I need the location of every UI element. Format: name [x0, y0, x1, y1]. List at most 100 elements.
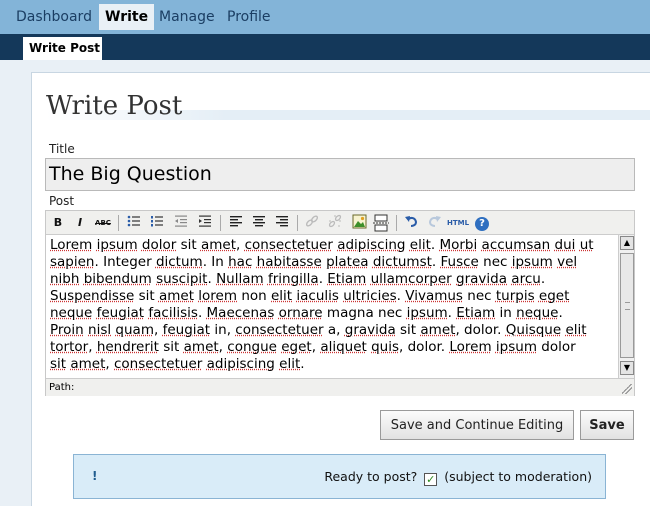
tab-write-post[interactable]: Write Post: [23, 37, 102, 60]
spell-word: Proin: [50, 322, 84, 338]
spell-word: ultricies: [343, 288, 397, 304]
sub-navigation: Write Post: [0, 34, 650, 60]
ready-label: Ready to post?: [324, 469, 418, 484]
link-icon[interactable]: [303, 214, 321, 232]
align-left-icon[interactable]: [227, 214, 245, 232]
spell-word: dolor: [141, 237, 177, 253]
toolbar-divider: [220, 215, 221, 231]
undo-icon[interactable]: [402, 214, 420, 232]
scroll-thumb[interactable]: [620, 253, 634, 358]
help-glyph: ?: [475, 217, 489, 231]
spell-word: quis: [371, 339, 400, 355]
spell-word: ullamcorper: [370, 271, 452, 287]
toolbar-divider: [396, 215, 397, 231]
path-label: Path:: [49, 382, 75, 393]
editor-scrollbar[interactable]: ▲ ▼: [618, 235, 634, 378]
spell-word: Nullam: [216, 271, 264, 287]
nav-manage[interactable]: Manage: [153, 4, 221, 30]
spell-word: Morbi: [439, 237, 478, 253]
spell-word: adipiscing: [206, 356, 275, 372]
outdent-icon[interactable]: [172, 214, 190, 232]
spell-word: accumsan: [481, 237, 551, 253]
spell-word: sapien: [50, 254, 95, 270]
editor-line: tortor, hendrerit sit amet, congue eget,…: [50, 339, 576, 355]
resize-handle-icon[interactable]: [622, 384, 632, 394]
spell-word: consectetuer: [235, 322, 324, 338]
align-center-icon[interactable]: [250, 214, 268, 232]
help-icon[interactable]: ?: [473, 214, 491, 232]
spell-word: amet: [183, 339, 219, 355]
html-icon[interactable]: HTML: [446, 214, 470, 232]
spell-word: amet: [200, 237, 237, 253]
spell-word: Lorem: [50, 237, 93, 253]
spell-word: feugiat: [162, 322, 211, 338]
spell-word: Lorem: [449, 339, 492, 355]
moderation-label: (subject to moderation): [444, 469, 592, 484]
save-button[interactable]: Save: [580, 410, 634, 440]
spell-word: nibh: [50, 271, 80, 287]
title-field[interactable]: The Big Question: [45, 158, 635, 191]
post-editor: B I ABC HTML ? Lorem ipsum dolor sit ame…: [45, 210, 635, 396]
toolbar-divider: [118, 215, 119, 231]
title-label: Title: [49, 142, 75, 156]
editor-toolbar: B I ABC HTML ?: [46, 211, 634, 235]
redo-icon[interactable]: [426, 214, 444, 232]
publish-notice: ! Ready to post? ✓ (subject to moderatio…: [73, 454, 606, 499]
nav-write[interactable]: Write: [99, 4, 155, 30]
image-icon[interactable]: [350, 214, 368, 232]
editor-path-bar: Path:: [46, 378, 634, 396]
italic-icon[interactable]: I: [71, 214, 89, 232]
spell-word: suscipit: [156, 271, 208, 287]
page-break-icon[interactable]: [372, 214, 390, 232]
bold-icon[interactable]: B: [49, 214, 67, 232]
info-icon: !: [92, 469, 98, 483]
post-content-area[interactable]: Lorem ipsum dolor sit amet, consectetuer…: [46, 235, 618, 378]
toolbar-divider: [297, 215, 298, 231]
spell-word: Etiam: [327, 271, 367, 287]
editor-line: Lorem ipsum dolor sit amet, consectetuer…: [50, 237, 594, 253]
unlink-icon[interactable]: [326, 214, 344, 232]
strikethrough-icon[interactable]: ABC: [94, 214, 112, 232]
spell-word: platea: [326, 254, 369, 270]
spell-word: ipsum: [406, 305, 448, 321]
spell-word: ornare: [278, 305, 323, 321]
editor-line: Proin nisl quam, feugiat in, consectetue…: [50, 322, 587, 338]
spell-word: Quisque: [505, 322, 562, 338]
spell-word: Suspendisse: [50, 288, 135, 304]
nav-profile[interactable]: Profile: [221, 4, 277, 30]
ready-checkbox[interactable]: ✓: [424, 473, 438, 486]
spell-word: amet: [158, 288, 194, 304]
bullet-list-icon[interactable]: [125, 214, 143, 232]
editor-line: nibh bibendum suscipit. Nullam fringilla…: [50, 271, 546, 287]
spell-word: facilisis: [148, 305, 198, 321]
spell-word: turpis: [495, 288, 535, 304]
scroll-down-icon[interactable]: ▼: [620, 361, 634, 375]
spell-word: hac: [228, 254, 253, 270]
editor-line: neque feugiat facilisis. Maecenas ornare…: [50, 305, 563, 321]
nav-dashboard[interactable]: Dashboard: [10, 4, 98, 30]
align-right-icon[interactable]: [273, 214, 291, 232]
scroll-up-icon[interactable]: ▲: [620, 236, 634, 250]
spell-word: lorem: [198, 288, 238, 304]
save-continue-button[interactable]: Save and Continue Editing: [380, 410, 574, 440]
spell-word: fringilla: [267, 271, 319, 287]
spell-word: Vivamus: [405, 288, 463, 304]
spell-word: adipiscing: [337, 237, 406, 253]
spell-word: hendrerit: [96, 339, 159, 355]
spell-word: consectetuer: [114, 356, 203, 372]
spell-word: quam: [115, 322, 154, 338]
spell-word: eget: [281, 339, 312, 355]
indent-icon[interactable]: [196, 214, 214, 232]
spell-word: neque: [50, 305, 93, 321]
spell-word: habitasse: [256, 254, 322, 270]
spell-word: Maecenas: [206, 305, 275, 321]
spell-word: neque: [516, 305, 559, 321]
spell-word: elit: [565, 322, 587, 338]
spell-word: aliquet: [320, 339, 367, 355]
spell-word: Etiam: [456, 305, 496, 321]
numbered-list-icon[interactable]: [148, 214, 166, 232]
spell-word: amet: [420, 322, 456, 338]
spell-word: elit: [409, 237, 431, 253]
spell-word: sit: [50, 356, 67, 372]
spell-word: Fusce: [440, 254, 479, 270]
